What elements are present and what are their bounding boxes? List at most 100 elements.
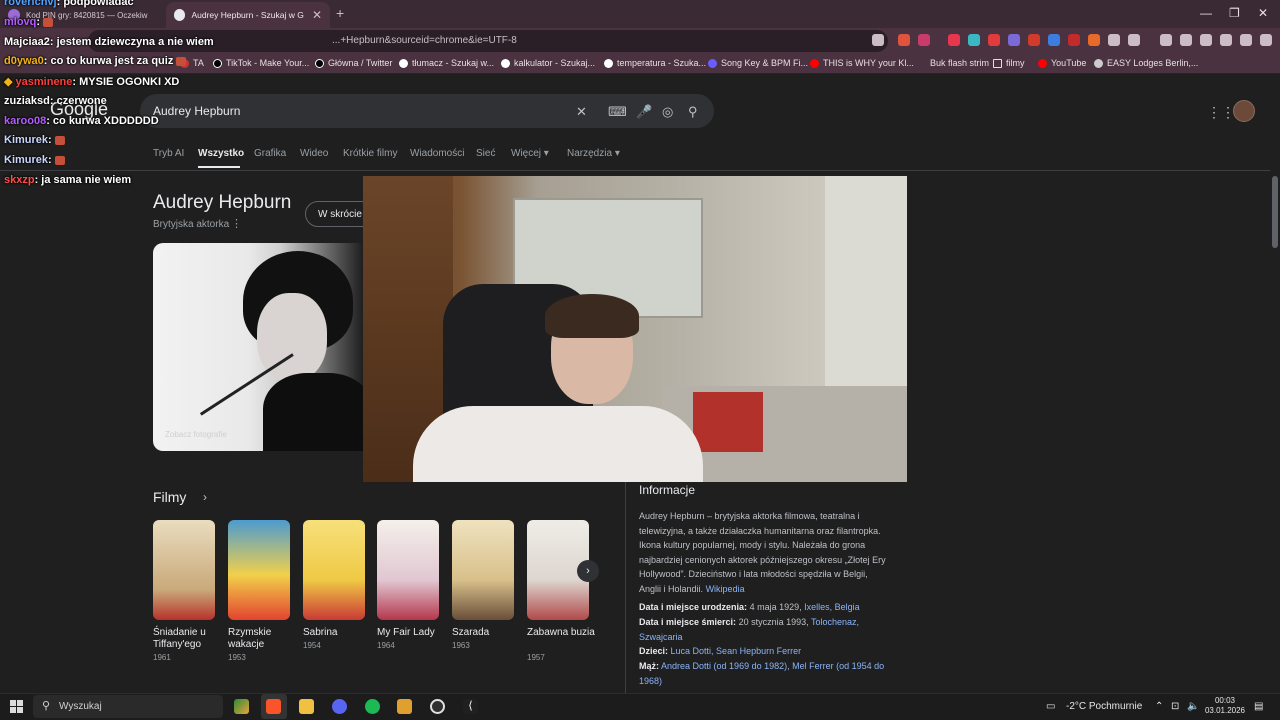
bookmark-item[interactable]: temperatura - Szuka... — [604, 58, 706, 68]
chat-message: roverichvj: podpowiadac — [4, 0, 134, 8]
film-poster[interactable] — [228, 520, 290, 620]
vpn-icon[interactable] — [1240, 34, 1252, 46]
tab-short-videos[interactable]: Krótkie filmy — [343, 148, 397, 159]
entity-photo[interactable]: Zobacz fotografie — [153, 243, 365, 451]
tab-all[interactable]: Wszystko — [198, 148, 244, 159]
tab-ai-mode[interactable]: Tryb AI — [153, 148, 184, 159]
more-options-icon[interactable]: ⋮ — [231, 217, 242, 230]
emote-icon — [176, 56, 187, 66]
film-title[interactable]: Śniadanie u Tiffany'ego — [153, 627, 223, 651]
extension-icon[interactable] — [948, 34, 960, 46]
film-poster[interactable] — [303, 520, 365, 620]
sidebar-icon[interactable] — [1180, 34, 1192, 46]
microphone-icon[interactable]: 🎤 — [636, 104, 652, 120]
google-icon — [604, 58, 613, 68]
leo-ai-icon[interactable] — [1220, 34, 1232, 46]
discord-icon[interactable] — [332, 699, 347, 714]
info-row-birth: Data i miejsce urodzenia: 4 maja 1929, I… — [639, 602, 860, 612]
volume-icon[interactable]: 🔈 — [1187, 701, 1199, 712]
wikipedia-link[interactable]: Wikipedia — [706, 584, 745, 594]
app-icon[interactable] — [234, 699, 249, 714]
extension-icon[interactable] — [1088, 34, 1100, 46]
minimize-icon[interactable]: — — [1200, 6, 1212, 20]
films-heading[interactable]: Filmy — [153, 489, 186, 505]
brave-shield-icon[interactable] — [898, 34, 910, 46]
lens-icon[interactable]: ◎ — [662, 104, 673, 120]
extension-icon[interactable] — [968, 34, 980, 46]
scrollbar-thumb[interactable] — [1272, 176, 1278, 248]
screen: Kod PIN gry: 8420815 — Oczekiw Audrey He… — [0, 0, 1280, 720]
extension-icon[interactable] — [988, 34, 1000, 46]
extension-icon[interactable] — [1048, 34, 1060, 46]
tab-google-search[interactable]: Audrey Hepburn - Szukaj w Google ✕ — [166, 2, 330, 28]
film-title[interactable]: Sabrina — [303, 627, 373, 639]
google-icon — [399, 58, 408, 68]
bookmark-item[interactable]: EASY Lodges Berlin,... — [1094, 58, 1198, 68]
extension-icon[interactable] — [1068, 34, 1080, 46]
music-icon — [708, 58, 717, 68]
network-icon[interactable]: ⊡ — [1171, 701, 1179, 712]
bookmark-item[interactable]: TikTok - Make Your... — [213, 58, 309, 68]
webcam-person-hair — [545, 294, 639, 338]
search-icon[interactable]: ⚲ — [688, 104, 698, 120]
file-explorer-icon[interactable] — [299, 699, 314, 714]
tab-news[interactable]: Wiadomości — [410, 148, 464, 159]
film-poster[interactable] — [153, 520, 215, 620]
film-title[interactable]: Rzymskie wakacje — [228, 627, 298, 651]
tray-chevron-icon[interactable]: ⌃ — [1155, 701, 1163, 712]
film-title[interactable]: Szarada — [452, 627, 522, 639]
windows-start-icon[interactable] — [10, 700, 23, 713]
taskbar-search-input[interactable]: ⚲ Wyszukaj — [33, 695, 223, 718]
weather-icon[interactable]: ▭ — [1046, 701, 1055, 712]
chevron-right-icon[interactable]: › — [203, 490, 207, 504]
tab-video[interactable]: Wideo — [300, 148, 328, 159]
bookmark-item[interactable]: Główna / Twitter — [315, 58, 392, 68]
tab-tools[interactable]: Narzędzia ▾ — [567, 148, 620, 159]
rewards-icon[interactable] — [918, 34, 930, 46]
tab-images[interactable]: Grafika — [254, 148, 286, 159]
keyboard-icon[interactable]: ⌨ — [608, 104, 627, 120]
app-icon[interactable]: ⟨ — [463, 699, 478, 714]
bookmark-item[interactable]: YouTube — [1038, 58, 1086, 68]
search-query[interactable]: Audrey Hepburn — [153, 104, 240, 118]
bookmark-folder[interactable]: filmy — [993, 58, 1025, 68]
film-title[interactable]: My Fair Lady — [377, 627, 447, 639]
extension-icon[interactable] — [1008, 34, 1020, 46]
page-scrollbar[interactable] — [1270, 170, 1280, 690]
tab-more[interactable]: Więcej ▾ — [511, 148, 549, 159]
brave-browser-icon[interactable] — [266, 699, 281, 714]
close-tab-icon[interactable]: ✕ — [312, 8, 322, 22]
weather-text[interactable]: -2°C Pochmurnie — [1066, 701, 1142, 712]
notifications-icon[interactable]: ▤ — [1254, 701, 1263, 712]
tab-web[interactable]: Sieć — [476, 148, 495, 159]
obs-icon[interactable] — [430, 699, 445, 714]
wallet-icon[interactable] — [1200, 34, 1212, 46]
info-row-death: Data i miejsce śmierci: 20 stycznia 1993… — [639, 617, 860, 642]
x-twitter-icon — [315, 58, 324, 68]
bookmark-item[interactable]: Song Key & BPM Fi... — [708, 58, 808, 68]
close-window-icon[interactable]: ✕ — [1258, 6, 1268, 20]
bookmark-item[interactable]: THIS is WHY your Kl... — [810, 58, 914, 68]
bookmark-item[interactable]: Buk flash strim — [917, 58, 989, 68]
bookmark-item[interactable]: kalkulator - Szukaj... — [501, 58, 595, 68]
film-year: 1963 — [452, 641, 470, 650]
clear-search-icon[interactable]: ✕ — [576, 104, 587, 120]
film-poster[interactable] — [452, 520, 514, 620]
restore-icon[interactable]: ❐ — [1229, 6, 1240, 20]
bookmark-item[interactable]: tłumacz - Szukaj w... — [399, 58, 494, 68]
share-icon[interactable] — [872, 34, 884, 46]
carousel-next-button[interactable]: › — [577, 560, 599, 582]
film-title[interactable]: Zabawna buzia — [527, 627, 597, 639]
spotify-icon[interactable] — [365, 699, 380, 714]
menu-icon[interactable] — [1260, 34, 1272, 46]
film-poster[interactable] — [377, 520, 439, 620]
screenshot-icon[interactable] — [1128, 34, 1140, 46]
media-icon[interactable] — [1160, 34, 1172, 46]
avatar[interactable] — [1233, 100, 1255, 122]
taskbar-clock[interactable]: 00:03 03.01.2026 — [1200, 696, 1250, 716]
new-tab-icon[interactable]: + — [336, 5, 344, 21]
youtube-icon — [810, 58, 819, 68]
media-app-icon[interactable] — [397, 699, 412, 714]
extension-icon[interactable] — [1028, 34, 1040, 46]
puzzle-icon[interactable] — [1108, 34, 1120, 46]
